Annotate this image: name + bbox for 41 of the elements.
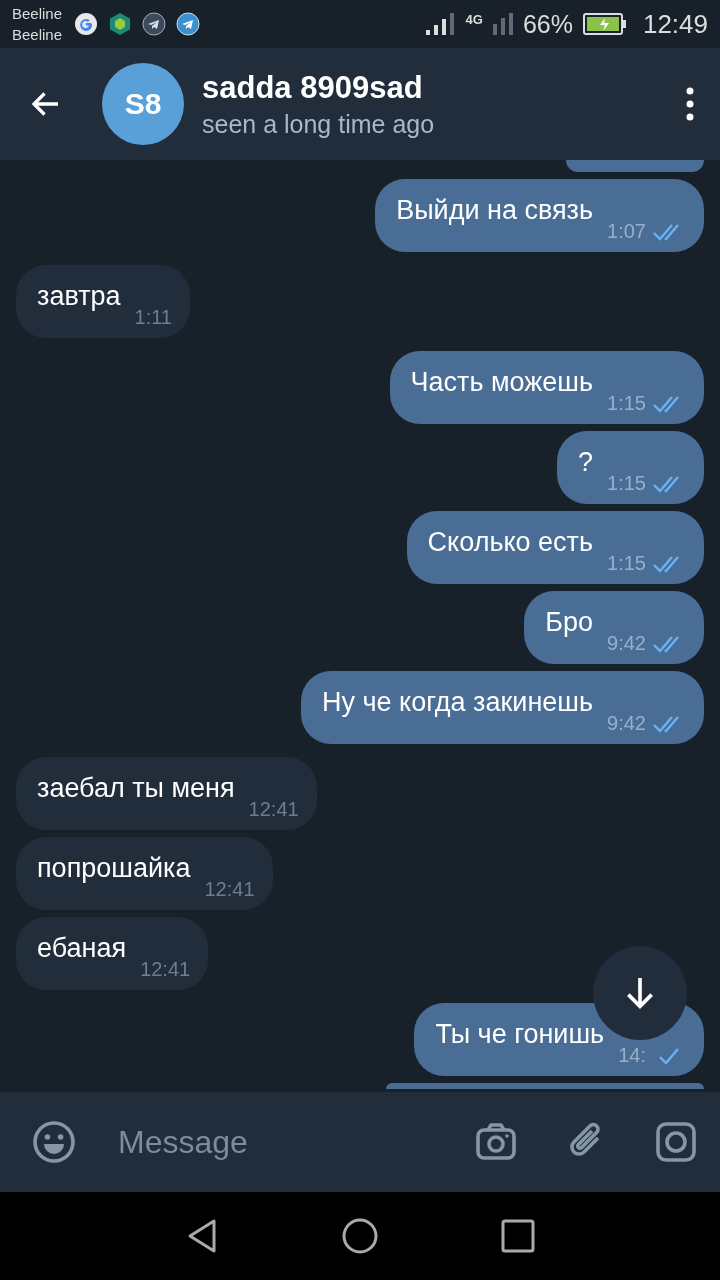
- chat-title: sadda 8909sad: [202, 69, 424, 106]
- smiley-icon[interactable]: [30, 1118, 78, 1166]
- message-time: 9:42: [607, 712, 646, 735]
- carrier-name: Beeline: [12, 4, 63, 24]
- message-text: Сколько есть: [427, 527, 594, 558]
- google-icon: [74, 12, 99, 36]
- carrier-name: Beeline: [12, 25, 63, 45]
- message-text: завтра: [37, 281, 121, 312]
- message-time: 12:41: [248, 798, 299, 821]
- avatar[interactable]: S8: [102, 63, 184, 145]
- message-time: 1:07: [607, 220, 646, 243]
- signal-icon: [425, 12, 456, 36]
- message-time: 12:41: [140, 958, 191, 981]
- message-time: 1:11: [134, 306, 172, 329]
- message-input[interactable]: Message: [116, 1122, 430, 1162]
- message-text: Ну че когда закинешь: [322, 687, 594, 718]
- home-icon[interactable]: [340, 1216, 380, 1256]
- message-text: Выйди на связь: [396, 195, 594, 226]
- last-seen-status: seen a long time ago: [202, 109, 436, 139]
- message-text: Ты че гонишь: [435, 1019, 605, 1050]
- message-time: 14:: [618, 1044, 646, 1067]
- battery-icon: [582, 13, 627, 35]
- message-text: Часть можешь: [410, 367, 594, 398]
- message-time: 12:41: [204, 878, 255, 901]
- more-icon: [686, 87, 694, 121]
- telegram-icon: [176, 12, 201, 36]
- message-time: 1:15: [607, 472, 646, 495]
- telegram-icon: [142, 12, 167, 36]
- network-type: 4G: [465, 11, 483, 27]
- message-time: 9:42: [607, 632, 646, 655]
- message-text: ?: [578, 447, 594, 478]
- message-time: 1:15: [607, 552, 646, 575]
- message-text: ебаная: [37, 933, 127, 964]
- message-text: попрошайка: [37, 853, 191, 884]
- signal-icon: [492, 12, 513, 36]
- message-time: 1:15: [607, 392, 646, 415]
- message-text: заебал ты меня: [37, 773, 235, 804]
- clock: 12:49: [642, 8, 708, 40]
- battery-percentage: 66%: [522, 9, 573, 39]
- message-text: Бро: [545, 607, 594, 638]
- hexagon-app-icon: [108, 12, 133, 36]
